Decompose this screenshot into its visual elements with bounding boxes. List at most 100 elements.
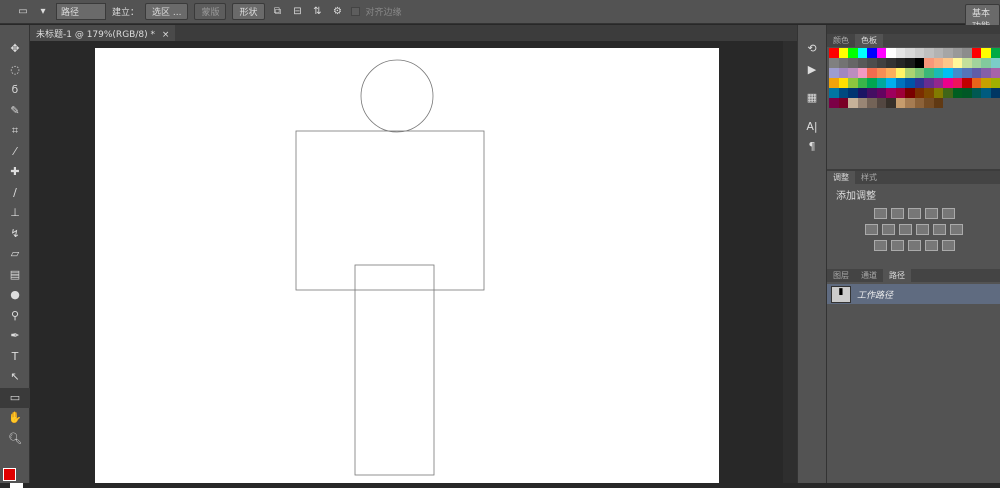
color-swatch[interactable] <box>877 98 887 108</box>
color-swatch[interactable] <box>896 48 906 58</box>
color-swatch[interactable] <box>981 88 991 98</box>
color-swatch[interactable] <box>934 48 944 58</box>
color-swatch[interactable] <box>839 58 849 68</box>
color-swatch[interactable] <box>858 98 868 108</box>
eraser-tool-icon[interactable]: ▱ <box>0 244 30 265</box>
color-swatch[interactable] <box>848 88 858 98</box>
brush-tool-icon[interactable]: ∕ <box>0 183 30 204</box>
color-swatch[interactable] <box>829 98 839 108</box>
path-selection-tool-icon[interactable]: ↖ <box>0 367 30 388</box>
color-swatch[interactable] <box>886 78 896 88</box>
color-swatch[interactable] <box>905 88 915 98</box>
color-lookup-icon[interactable] <box>950 224 963 235</box>
channel-mixer-icon[interactable] <box>933 224 946 235</box>
color-swatch[interactable] <box>953 48 963 58</box>
color-swatch[interactable] <box>924 58 934 68</box>
color-swatch[interactable] <box>877 48 887 58</box>
blur-tool-icon[interactable]: ● <box>0 285 30 306</box>
selective-color-icon[interactable] <box>925 240 938 251</box>
body-rectangle-path[interactable] <box>296 131 484 290</box>
color-swatch[interactable] <box>943 68 953 78</box>
color-swatch[interactable] <box>962 48 972 58</box>
color-swatch[interactable] <box>934 88 944 98</box>
color-swatch[interactable] <box>829 78 839 88</box>
color-swatch[interactable] <box>896 88 906 98</box>
black-white-icon[interactable] <box>899 224 912 235</box>
foreground-color-swatch[interactable] <box>3 468 16 481</box>
color-swatch[interactable] <box>848 48 858 58</box>
color-swatch[interactable] <box>867 68 877 78</box>
color-swatch[interactable] <box>915 68 925 78</box>
color-swatch[interactable] <box>972 88 982 98</box>
crop-tool-icon[interactable]: ⌗ <box>0 121 30 142</box>
history-brush-tool-icon[interactable]: ↯ <box>0 224 30 245</box>
color-balance-icon[interactable] <box>882 224 895 235</box>
shape-button[interactable]: 形状 <box>232 3 264 20</box>
color-swatch[interactable] <box>829 58 839 68</box>
color-swatch[interactable] <box>886 58 896 68</box>
color-swatch[interactable] <box>858 88 868 98</box>
color-swatch[interactable] <box>905 98 915 108</box>
selection-button[interactable]: 选区 ... <box>145 3 188 20</box>
color-swatch[interactable] <box>886 68 896 78</box>
color-swatch[interactable] <box>886 48 896 58</box>
close-icon[interactable]: × <box>162 30 170 40</box>
color-swatch[interactable] <box>867 58 877 68</box>
color-swatch[interactable] <box>924 88 934 98</box>
color-swatch[interactable] <box>867 88 877 98</box>
color-swatch[interactable] <box>991 78 1000 88</box>
tab-channels[interactable]: 通道 <box>855 269 883 282</box>
color-swatch[interactable] <box>848 58 858 68</box>
exposure-icon[interactable] <box>925 208 938 219</box>
color-swatch[interactable] <box>915 78 925 88</box>
document-canvas[interactable] <box>95 48 719 483</box>
color-swatch[interactable] <box>972 78 982 88</box>
tab-layers[interactable]: 图层 <box>827 269 855 282</box>
color-swatch[interactable] <box>991 88 1000 98</box>
color-swatch[interactable] <box>858 48 868 58</box>
head-circle-path[interactable] <box>361 60 433 132</box>
character-panel-icon[interactable]: A| <box>798 117 826 138</box>
photo-filter-icon[interactable] <box>916 224 929 235</box>
lasso-tool-icon[interactable]: ϭ <box>0 80 30 101</box>
color-swatch[interactable] <box>839 68 849 78</box>
posterize-icon[interactable] <box>891 240 904 251</box>
move-tool-icon[interactable]: ✥ <box>0 39 30 60</box>
color-swatch[interactable] <box>867 48 877 58</box>
color-swatch[interactable] <box>943 88 953 98</box>
gear-icon[interactable]: ⚙ <box>331 6 345 18</box>
color-swatch[interactable] <box>839 48 849 58</box>
color-swatch[interactable] <box>991 58 1000 68</box>
color-swatch[interactable] <box>915 58 925 68</box>
color-swatch[interactable] <box>867 78 877 88</box>
color-swatch[interactable] <box>981 78 991 88</box>
align-edges-checkbox[interactable] <box>351 7 360 16</box>
color-swatch[interactable] <box>981 58 991 68</box>
color-swatch[interactable] <box>829 68 839 78</box>
brightness-icon[interactable] <box>874 208 887 219</box>
color-swatch[interactable] <box>924 48 934 58</box>
color-swatch[interactable] <box>943 78 953 88</box>
tab-swatches[interactable]: 色板 <box>855 34 883 47</box>
color-swatch[interactable] <box>962 88 972 98</box>
color-swatch[interactable] <box>839 78 849 88</box>
color-swatch[interactable] <box>877 88 887 98</box>
color-swatch[interactable] <box>991 48 1000 58</box>
invert-icon[interactable] <box>874 240 887 251</box>
color-swatch[interactable] <box>896 68 906 78</box>
mask-button[interactable]: 蒙版 <box>194 3 226 20</box>
tab-paths[interactable]: 路径 <box>883 269 911 282</box>
color-swatch[interactable] <box>848 98 858 108</box>
color-swatch[interactable] <box>886 88 896 98</box>
color-swatch[interactable] <box>962 68 972 78</box>
color-swatch[interactable] <box>858 78 868 88</box>
eyedropper-tool-icon[interactable]: ⁄ <box>0 142 30 163</box>
color-swatch[interactable] <box>915 48 925 58</box>
path-operations-icon[interactable]: ⧉ <box>271 6 285 18</box>
color-swatch[interactable] <box>867 98 877 108</box>
color-swatch[interactable] <box>953 78 963 88</box>
clone-stamp-tool-icon[interactable]: ⊥ <box>0 203 30 224</box>
path-arrangement-icon[interactable]: ⇅ <box>311 6 325 18</box>
color-swatch[interactable] <box>829 48 839 58</box>
color-swatch[interactable] <box>905 48 915 58</box>
